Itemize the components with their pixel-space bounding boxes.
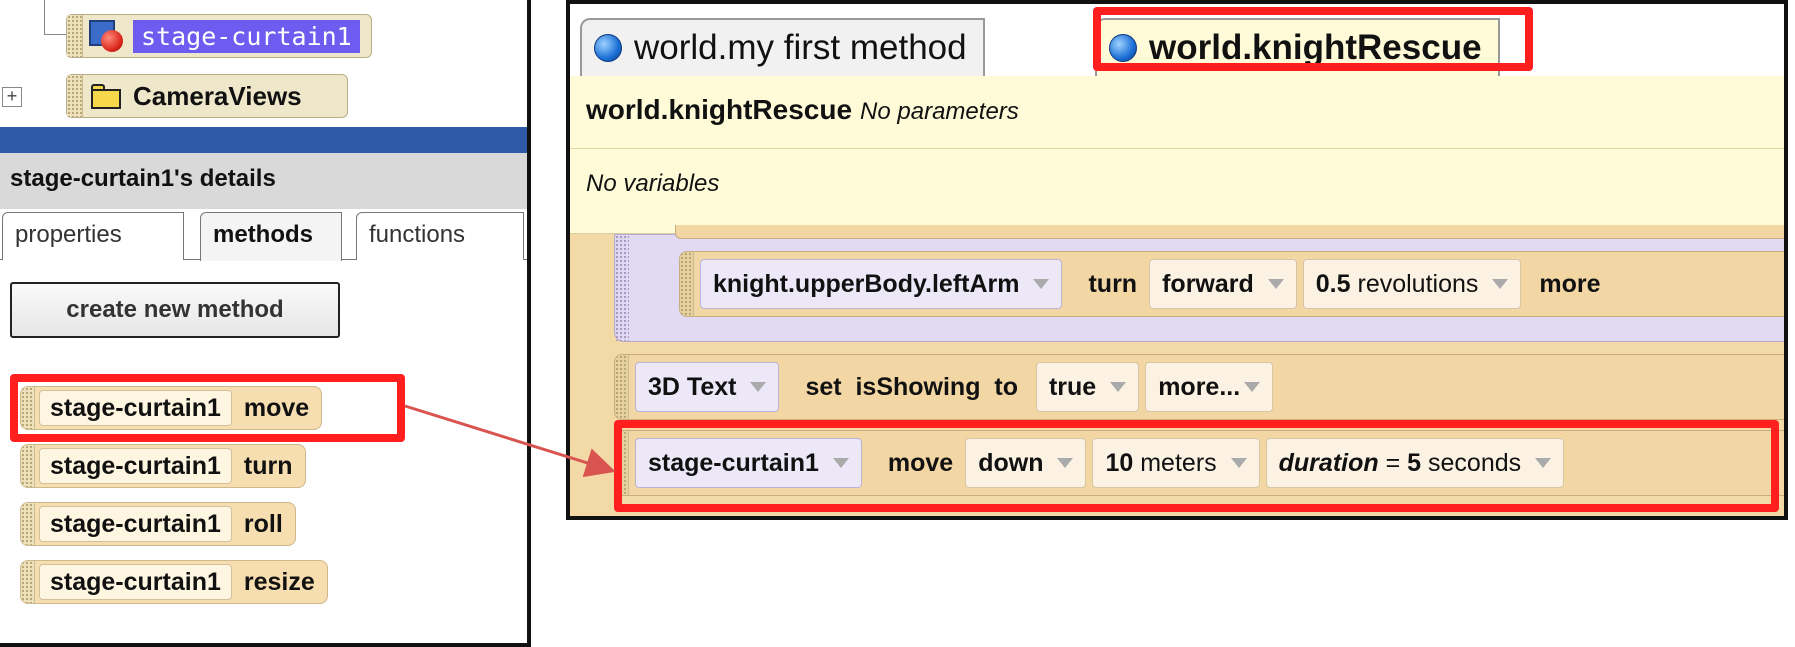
method-signature: world.knightRescue No parameters <box>586 94 1019 126</box>
value: true <box>1048 372 1097 401</box>
tree-item-label: stage-curtain1 <box>133 19 360 53</box>
tree-item-stage-curtain1[interactable]: stage-curtain1 <box>66 14 372 58</box>
set-property-label: set isShowing to <box>805 372 1018 401</box>
folder-icon <box>87 78 127 114</box>
dropdown-arrow-icon <box>1267 279 1284 289</box>
method-tile-turn[interactable]: stage-curtain1 turn <box>20 444 306 488</box>
drag-grip[interactable] <box>615 355 629 419</box>
object-name: 3D Text <box>648 372 737 401</box>
method-tile-roll[interactable]: stage-curtain1 roll <box>20 502 296 546</box>
tree-item-label: CameraViews <box>133 80 302 111</box>
highlight-box <box>614 420 1779 512</box>
method-name: turn <box>243 451 293 480</box>
object-selector[interactable]: 3D Text <box>635 362 780 412</box>
statement-knight-turn[interactable]: knight.upperBody.leftArm turn forward 0.… <box>679 251 1784 317</box>
highlight-box <box>10 374 405 442</box>
tree-connector <box>44 34 66 35</box>
panel-splitter[interactable] <box>0 127 527 153</box>
tab-world-my-first-method[interactable]: world.my first method <box>580 18 985 76</box>
more-label: more... <box>1158 372 1241 401</box>
parameters-text: No parameters <box>860 98 1019 125</box>
tab-label: world.my first method <box>634 28 967 67</box>
more-button[interactable]: more... <box>1145 362 1274 412</box>
object-details-panel: stage-curtain1 + CameraViews stage-curta… <box>0 0 531 647</box>
tab-properties[interactable]: properties <box>2 212 184 260</box>
method-name: resize <box>243 567 315 596</box>
dropdown-arrow-icon <box>1492 279 1509 289</box>
amount-value: 0.5 <box>1315 269 1351 298</box>
drag-grip[interactable] <box>21 445 35 487</box>
details-tabs: properties methods functions <box>0 212 527 261</box>
drag-grip[interactable] <box>67 15 83 57</box>
statement-3dtext-set[interactable]: 3D Text set isShowing to true more... <box>614 354 1784 420</box>
drag-grip[interactable] <box>21 503 35 545</box>
dropdown-arrow-icon <box>1033 279 1050 289</box>
previous-statement-edge <box>675 225 1784 239</box>
object-selector[interactable]: knight.upperBody.leftArm <box>700 259 1063 309</box>
details-header: stage-curtain1's details <box>0 153 527 209</box>
dropdown-arrow-icon <box>1110 382 1127 392</box>
drag-grip[interactable] <box>21 561 35 603</box>
tab-functions[interactable]: functions <box>356 212 524 260</box>
drag-grip[interactable] <box>680 252 694 316</box>
header-divider <box>570 148 1784 149</box>
method-name: world.knightRescue <box>586 94 853 125</box>
highlight-box <box>1093 7 1533 71</box>
verb: turn <box>1088 269 1138 298</box>
method-object: stage-curtain1 <box>39 564 232 600</box>
more-button[interactable]: more <box>1527 259 1612 309</box>
variables-text: No variables <box>586 170 720 197</box>
tab-methods[interactable]: methods <box>200 212 342 261</box>
tree-item-cameraviews[interactable]: CameraViews <box>66 74 348 118</box>
amount-selector[interactable]: 0.5 revolutions <box>1302 259 1522 309</box>
value-selector[interactable]: true <box>1035 362 1140 412</box>
method-object: stage-curtain1 <box>39 448 232 484</box>
dropdown-arrow-icon <box>1244 382 1261 392</box>
direction-selector[interactable]: forward <box>1149 259 1297 309</box>
dropdown-arrow-icon <box>750 382 767 392</box>
tree-connector <box>44 0 45 34</box>
world-globe-icon <box>594 34 622 62</box>
do-together-block[interactable]: knight.upperBody.leftArm turn forward 0.… <box>614 225 1784 342</box>
amount-unit: revolutions <box>1357 269 1479 298</box>
expand-toggle[interactable]: + <box>2 87 22 107</box>
method-header: world.knightRescue No parameters No varia… <box>570 76 1784 234</box>
object-icon <box>87 18 127 54</box>
object-name: knight.upperBody.leftArm <box>713 269 1020 298</box>
method-object: stage-curtain1 <box>39 506 232 542</box>
direction-value: forward <box>1162 269 1254 298</box>
method-name: roll <box>243 509 283 538</box>
drag-grip[interactable] <box>67 75 83 117</box>
create-new-method-button[interactable]: create new method <box>10 282 340 338</box>
method-tile-resize[interactable]: stage-curtain1 resize <box>20 560 328 604</box>
drag-grip[interactable] <box>615 235 629 341</box>
